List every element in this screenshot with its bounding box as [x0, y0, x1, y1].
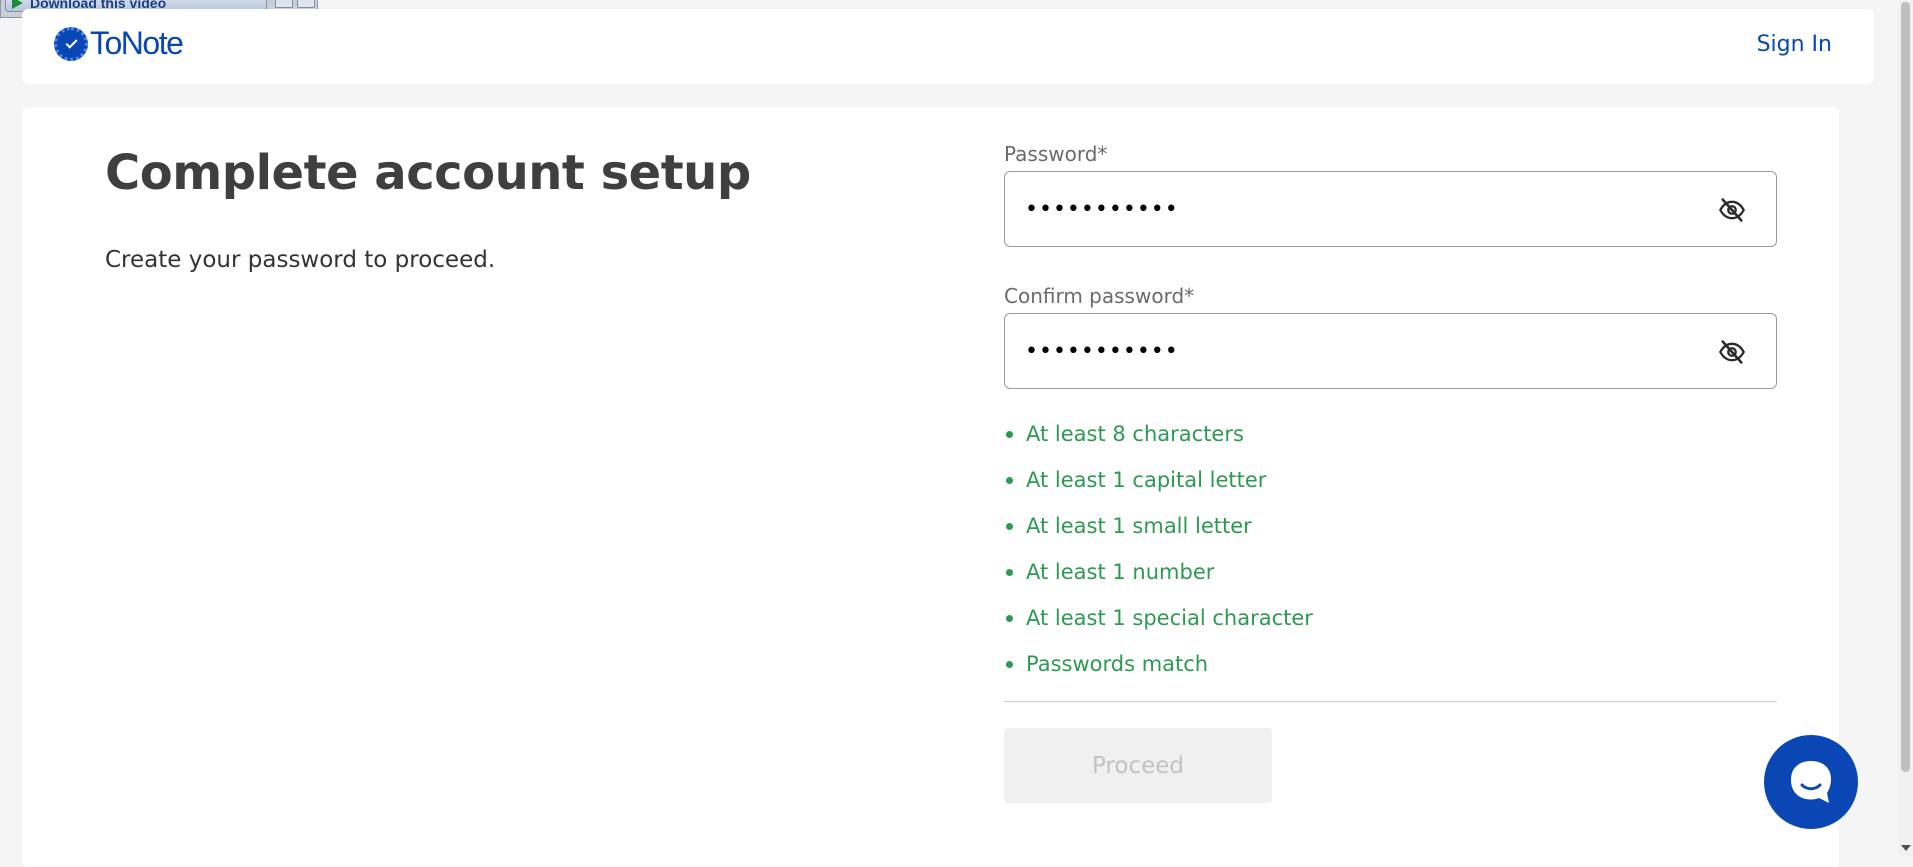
confirm-password-field — [1004, 313, 1777, 389]
eye-slash-icon[interactable] — [1718, 196, 1746, 224]
rule-item: At least 1 number — [1004, 557, 1777, 603]
rule-item: At least 1 capital letter — [1004, 465, 1777, 511]
page-scrollbar[interactable] — [1898, 0, 1913, 856]
account-setup-card: Complete account setup Create your passw… — [22, 107, 1839, 867]
confirm-password-label: Confirm password* — [1004, 284, 1195, 308]
tonote-logo[interactable]: ToNote — [54, 25, 184, 62]
scroll-down-icon[interactable] — [1901, 845, 1911, 851]
password-label: Password* — [1004, 142, 1108, 166]
password-form: Password* Confirm password* At least 8 c… — [1004, 139, 1777, 803]
play-icon — [12, 0, 23, 9]
proceed-button[interactable]: Proceed — [1004, 728, 1272, 803]
chat-bubble-icon — [1791, 761, 1831, 803]
rule-item: At least 1 small letter — [1004, 511, 1777, 557]
sign-in-link[interactable]: Sign In — [1757, 32, 1832, 57]
confirm-password-input[interactable] — [1023, 334, 1683, 368]
scrollbar-thumb[interactable] — [1901, 2, 1910, 772]
form-divider — [1004, 701, 1777, 702]
logo-text: ToNote — [90, 25, 184, 61]
rule-item: At least 1 special character — [1004, 603, 1777, 649]
logo-badge-icon — [54, 26, 88, 61]
password-field — [1004, 171, 1777, 247]
top-header: ToNote Sign In — [22, 9, 1874, 84]
eye-slash-icon[interactable] — [1718, 338, 1746, 366]
chat-launcher-button[interactable] — [1764, 735, 1858, 829]
overlay-minimize-button[interactable] — [275, 0, 293, 8]
page-title: Complete account setup — [105, 145, 751, 201]
check-icon — [64, 36, 78, 49]
rule-item: At least 8 characters — [1004, 419, 1777, 465]
password-input[interactable] — [1023, 192, 1683, 226]
password-rules-list: At least 8 characters At least 1 capital… — [1004, 419, 1777, 695]
rule-item: Passwords match — [1004, 649, 1777, 695]
overlay-close-button[interactable] — [297, 0, 315, 8]
page-subtitle: Create your password to proceed. — [105, 247, 496, 273]
